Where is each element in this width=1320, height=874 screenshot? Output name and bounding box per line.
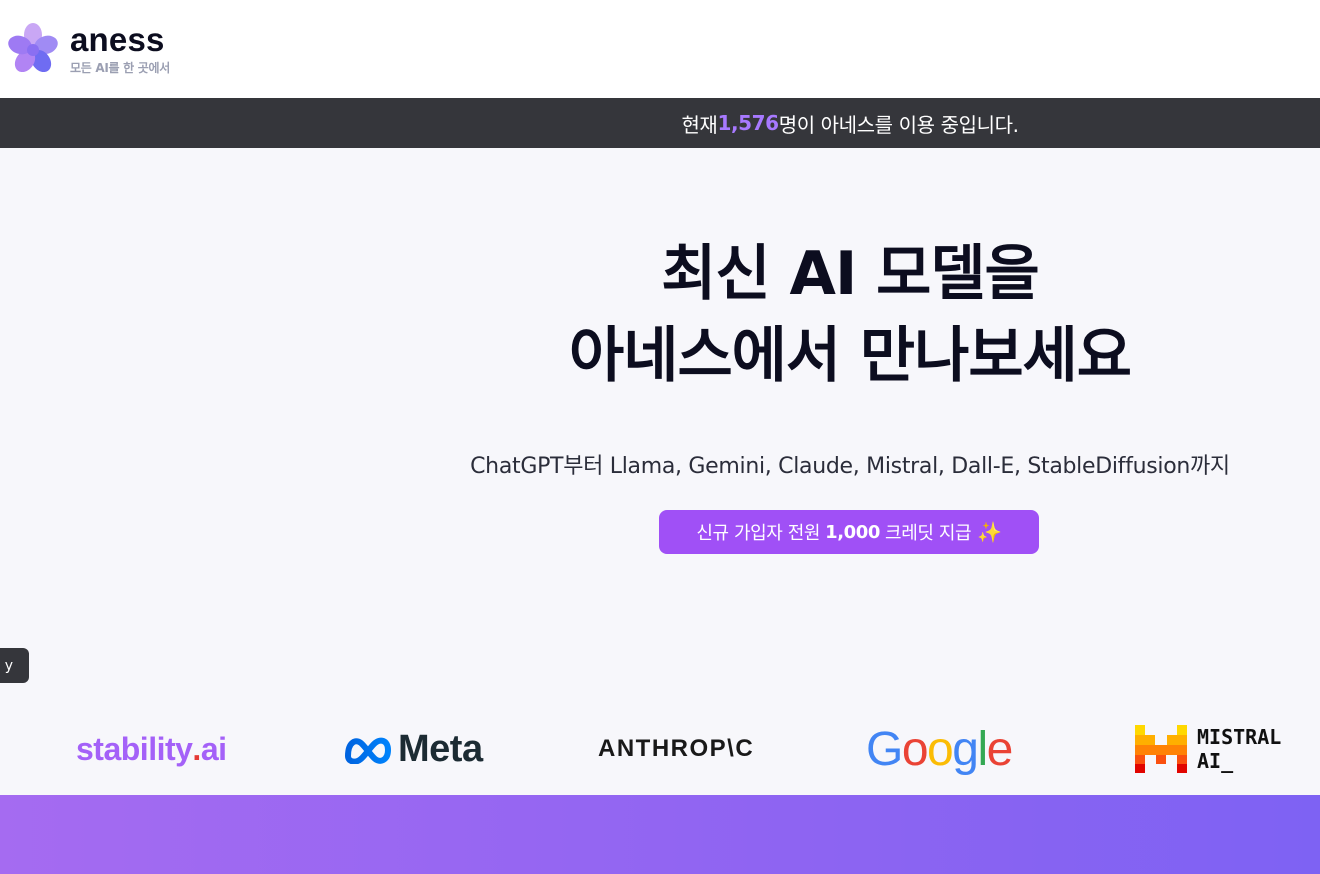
- site-header: aness 모든 AI를 한 곳에서: [0, 0, 1320, 98]
- gradient-section: [0, 795, 1320, 874]
- anthropic-logo: ANTHROP\C: [598, 735, 755, 762]
- cta-suffix: 크레딧 지급: [885, 523, 972, 544]
- hero-title-line-1: 최신 AI 모델을: [661, 239, 1040, 309]
- stability-ai-logo: stability. ai: [76, 730, 227, 767]
- hero-subtitle: ChatGPT부터 Llama, Gemini, Claude, Mistral…: [470, 454, 1230, 479]
- hero-section: 최신 AI 모델을 아네스에서 만나보세요 ChatGPT부터 Llama, G…: [0, 148, 1320, 795]
- sparkles-icon: ✨: [977, 520, 1002, 544]
- mistral-ai-logo: MISTRAL AI_: [1135, 703, 1281, 795]
- mistral-wordmark: MISTRAL AI_: [1197, 725, 1282, 773]
- cta-prefix: 신규 가입자 전원: [696, 523, 821, 544]
- side-floating-tab[interactable]: y: [0, 648, 29, 683]
- banner-suffix: 명이 아네스를 이용 중입니다.: [778, 112, 1019, 137]
- brand-logo[interactable]: aness 모든 AI를 한 곳에서: [6, 22, 170, 76]
- active-user-count: 1,576: [717, 111, 779, 135]
- brand-name: aness: [70, 21, 165, 58]
- hero-title-line-2: 아네스에서 만나보세요: [569, 321, 1132, 391]
- active-users-banner: 현재 1,576 명이 아네스를 이용 중입니다.: [0, 98, 1320, 148]
- cta-credit-amount: 1,000: [825, 521, 881, 543]
- brand-tagline: 모든 AI를 한 곳에서: [70, 61, 170, 75]
- google-logo: Google: [866, 722, 1013, 776]
- meta-wordmark: Meta: [398, 727, 483, 770]
- partner-logos: stability. ai Meta ANTHROP\C Google MIST…: [0, 703, 1320, 795]
- signup-credit-button[interactable]: 신규 가입자 전원 1,000 크레딧 지급 ✨: [659, 510, 1039, 554]
- flower-logo-icon: [8, 23, 58, 73]
- mistral-pixel-icon: [1135, 725, 1187, 773]
- meta-infinity-icon: [345, 737, 391, 764]
- banner-prefix: 현재: [681, 112, 718, 137]
- meta-logo: Meta: [342, 703, 483, 795]
- hero-title: 최신 AI 모델을 아네스에서 만나보세요: [480, 233, 1220, 397]
